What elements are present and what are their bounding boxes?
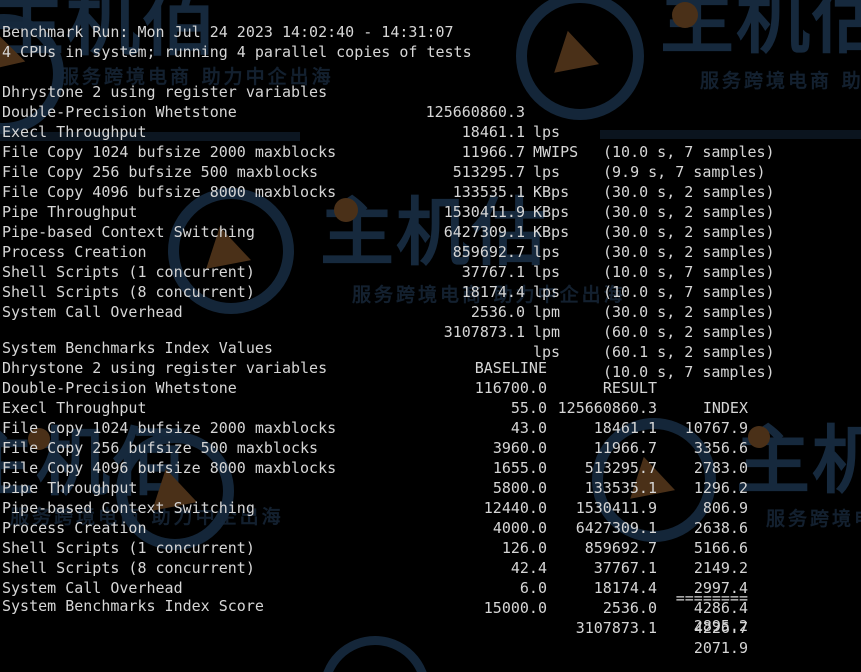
cpu-info-line: 4 CPUs in system; running 4 parallel cop… — [2, 42, 472, 62]
terminal-text: Benchmark Run: Mon Jul 24 2023 14:02:40 … — [0, 0, 861, 672]
score-label: System Benchmarks Index Score — [2, 596, 264, 616]
score-value: 2895.2 — [575, 616, 748, 636]
index-row-baseline: 15000.0 — [375, 598, 547, 618]
terminal-window: 主机佰 服务跨境电商 助力中企出海 主机估 服务跨境电商 助力中企出海 主机估 … — [0, 0, 861, 672]
